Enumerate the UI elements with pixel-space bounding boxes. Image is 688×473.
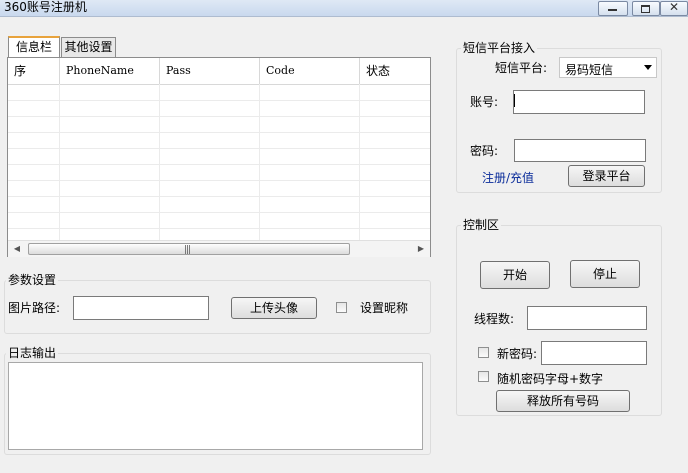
account-input[interactable] <box>513 90 645 114</box>
scrollbar-thumb[interactable]: ||| <box>28 243 350 255</box>
release-all-numbers-button[interactable]: 释放所有号码 <box>496 390 630 412</box>
table-row <box>8 164 430 181</box>
account-label: 账号: <box>470 95 499 109</box>
table-row <box>8 148 430 165</box>
text-caret <box>514 94 515 107</box>
column-header-index[interactable]: 序 <box>8 58 60 84</box>
window-title: 360账号注册机 <box>4 0 87 14</box>
platform-label: 短信平台: <box>495 61 548 75</box>
scroll-left-icon[interactable]: ◀ <box>10 242 24 256</box>
scroll-right-icon[interactable]: ▶ <box>414 242 428 256</box>
stop-button[interactable]: 停止 <box>570 260 640 288</box>
close-icon: ✕ <box>668 0 680 14</box>
nickname-checkbox[interactable] <box>336 302 347 313</box>
log-output[interactable] <box>8 362 423 450</box>
tab-info[interactable]: 信息栏 <box>8 36 60 57</box>
sms-group-label: 短信平台接入 <box>461 41 538 55</box>
new-password-input[interactable] <box>541 341 647 365</box>
column-header-phone-name[interactable]: PhoneName <box>60 58 160 84</box>
column-header-pass[interactable]: Pass <box>160 58 260 84</box>
start-button[interactable]: 开始 <box>480 261 550 289</box>
close-button[interactable]: ✕ <box>660 0 688 16</box>
maximize-icon <box>641 5 650 13</box>
password-input[interactable] <box>514 139 646 162</box>
minimize-icon <box>608 9 617 11</box>
password-label: 密码: <box>470 144 499 158</box>
table-row <box>8 132 430 149</box>
nickname-label[interactable]: 设置昵称 <box>360 301 408 315</box>
horizontal-scrollbar[interactable]: ◀ ||| ▶ <box>8 240 430 257</box>
image-path-input[interactable] <box>73 296 209 320</box>
image-path-label: 图片路径: <box>8 301 61 315</box>
new-password-label[interactable]: 新密码: <box>497 347 537 361</box>
title-bar: 360账号注册机 ✕ <box>0 0 688 17</box>
random-password-label[interactable]: 随机密码字母+数字 <box>497 372 603 386</box>
log-group-label: 日志输出 <box>6 346 59 360</box>
tab-other-settings[interactable]: 其他设置 <box>61 37 116 57</box>
table-row <box>8 84 430 101</box>
table-row <box>8 180 430 197</box>
grip-icon: ||| <box>184 245 191 255</box>
register-recharge-link[interactable]: 注册/充值 <box>482 171 534 185</box>
threads-input[interactable] <box>527 306 647 330</box>
chevron-down-icon <box>644 65 652 70</box>
column-header-status[interactable]: 状态 <box>360 58 430 84</box>
table-row <box>8 100 430 117</box>
grid-header: 序 PhoneName Pass Code 状态 <box>8 58 430 85</box>
maximize-button[interactable] <box>632 1 660 16</box>
control-group-label: 控制区 <box>461 218 502 232</box>
new-password-checkbox[interactable] <box>478 347 489 358</box>
platform-select[interactable]: 易码短信 <box>559 57 657 78</box>
table-row <box>8 196 430 213</box>
login-platform-button[interactable]: 登录平台 <box>568 165 645 187</box>
threads-label: 线程数: <box>474 312 515 326</box>
table-row <box>8 212 430 229</box>
minimize-button[interactable] <box>598 1 628 16</box>
params-group-label: 参数设置 <box>6 273 59 287</box>
random-password-checkbox[interactable] <box>478 371 489 382</box>
table-row <box>8 116 430 133</box>
upload-avatar-button[interactable]: 上传头像 <box>231 297 317 319</box>
column-header-code[interactable]: Code <box>260 58 360 84</box>
info-grid[interactable]: 序 PhoneName Pass Code 状态 ◀ ||| ▶ <box>7 57 431 257</box>
platform-value: 易码短信 <box>565 63 614 77</box>
